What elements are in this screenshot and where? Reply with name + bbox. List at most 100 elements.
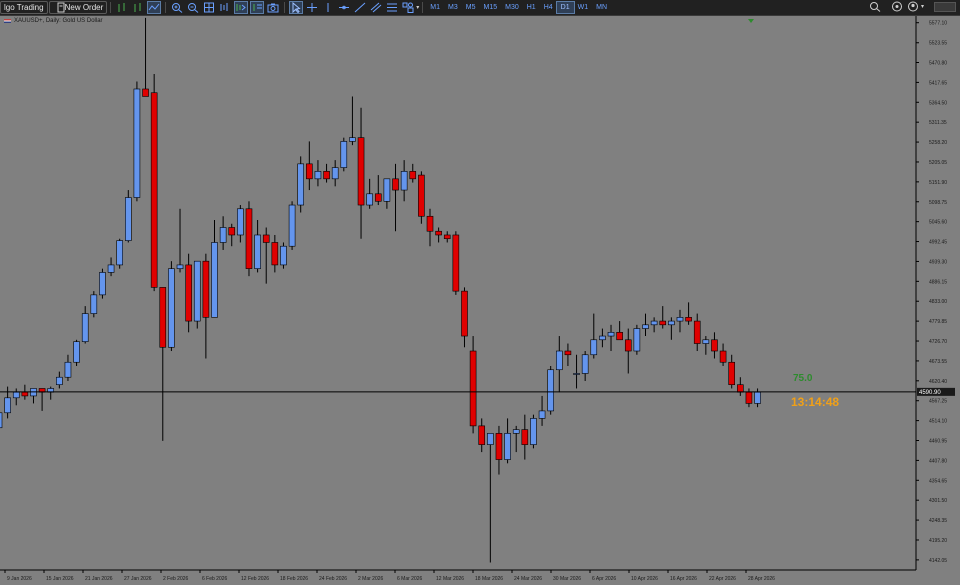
- bearish-candle: [159, 287, 167, 348]
- trendline-icon[interactable]: [354, 2, 366, 13]
- trade-icon[interactable]: [132, 2, 144, 13]
- price-tick-label: 4673.55: [929, 359, 947, 365]
- bullish-candle: [633, 328, 641, 352]
- bearish-candle: [624, 339, 632, 352]
- price-tick-label: 4407.80: [929, 458, 947, 464]
- zoom-in-icon[interactable]: [171, 2, 183, 13]
- price-tick-label: 5205.05: [929, 160, 947, 166]
- fibonacci-icon[interactable]: [386, 2, 398, 13]
- toolbar-right: ▾: [867, 1, 956, 12]
- price-tick-label: 4301.50: [929, 498, 947, 504]
- price-tick-label: 4248.35: [929, 518, 947, 524]
- symbol-label: XAUUSD+, Daily: Gold US Dollar: [4, 18, 103, 24]
- tf-m3[interactable]: M3: [444, 2, 462, 13]
- candlestick-chart: 5577.10 5523.55 5470.80 5417.65 5364.50 5311.…: [0, 16, 955, 582]
- algo-trading-button[interactable]: lgo Trading: [0, 1, 48, 14]
- tf-w1[interactable]: W1: [574, 2, 593, 13]
- date-tick-label: 6 Apr 2026: [592, 576, 616, 582]
- tf-d1[interactable]: D1: [555, 1, 575, 14]
- tf-m15[interactable]: M15: [480, 2, 502, 13]
- tf-h4[interactable]: H4: [540, 2, 557, 13]
- bullish-candle: [400, 171, 408, 191]
- price-tick-label: 4142.05: [929, 558, 947, 564]
- community-icon[interactable]: [891, 1, 903, 12]
- account-menu-arrow-icon[interactable]: ▾: [921, 3, 924, 10]
- tf-h1[interactable]: H1: [523, 2, 540, 13]
- bullish-candle: [349, 137, 356, 142]
- tf-m5[interactable]: M5: [462, 2, 480, 13]
- price-tick-label: 4567.25: [929, 399, 947, 405]
- bearish-candle: [357, 137, 365, 206]
- horizontal-line-icon[interactable]: [338, 2, 350, 13]
- indicators-icon[interactable]: [250, 1, 265, 14]
- tf-m30[interactable]: M30: [501, 2, 523, 13]
- date-tick-label: 21 Jan 2026: [85, 576, 113, 582]
- bullish-candle: [754, 391, 761, 404]
- new-order-button[interactable]: New Order: [48, 1, 108, 14]
- bullish-candle: [297, 163, 305, 206]
- tf-m1[interactable]: M1: [426, 2, 444, 13]
- bullish-candle: [64, 361, 72, 378]
- tf-mn[interactable]: MN: [592, 2, 611, 13]
- bullish-candle: [219, 227, 227, 243]
- price-tick-label: 4992.45: [929, 240, 947, 246]
- price-tick-label: 4354.65: [929, 478, 947, 484]
- bearish-candle: [271, 242, 279, 266]
- bearish-candle: [452, 234, 460, 292]
- grid-icon[interactable]: [203, 2, 215, 13]
- bullish-candle: [642, 324, 649, 329]
- bearish-candle: [616, 332, 623, 341]
- timeframe-bar: M1 M3 M5 M15 M30 H1 H4 D1 W1 MN: [426, 1, 611, 14]
- search-icon[interactable]: [869, 1, 881, 12]
- candles-layer: [0, 17, 761, 563]
- channel-icon[interactable]: [370, 2, 382, 13]
- date-tick-label: 6 Feb 2026: [202, 576, 228, 582]
- bearish-candle: [262, 234, 270, 243]
- bullish-candle: [12, 391, 20, 399]
- date-tick-label: 2 Feb 2026: [163, 576, 189, 582]
- date-tick-label: 22 Apr 2026: [709, 576, 736, 582]
- bearish-candle: [521, 429, 529, 445]
- current-price-label: 4590.90: [919, 390, 941, 396]
- crosshair-icon[interactable]: [306, 2, 318, 13]
- chart-shift-icon[interactable]: [234, 1, 249, 14]
- bearish-candle: [469, 350, 477, 427]
- bearish-candle: [392, 178, 399, 191]
- price-chart[interactable]: 5577.10 5523.55 5470.80 5417.65 5364.50 5311.…: [0, 16, 960, 585]
- screenshot-icon[interactable]: [267, 2, 279, 13]
- bullish-candle: [340, 141, 348, 168]
- date-tick-label: 27 Jan 2026: [124, 576, 152, 582]
- bullish-candle: [0, 412, 3, 429]
- bullish-candle: [581, 354, 589, 374]
- bullish-candle: [512, 429, 520, 434]
- buy-sell-icon[interactable]: [116, 2, 128, 13]
- minimize-icon[interactable]: [934, 1, 956, 12]
- bearish-candle: [418, 174, 425, 217]
- date-tick-label: 24 Feb 2026: [319, 576, 347, 582]
- bearish-candle: [461, 290, 468, 337]
- bullish-candle: [487, 433, 494, 445]
- line-chart-icon[interactable]: [147, 1, 162, 14]
- bearish-candle: [228, 227, 236, 236]
- bullish-candle: [555, 350, 563, 371]
- dropdown-arrow-icon[interactable]: ▾: [416, 4, 419, 11]
- price-tick-label: 5311.35: [929, 120, 947, 126]
- bullish-candle: [504, 433, 511, 460]
- cursor-icon[interactable]: [289, 1, 304, 14]
- new-order-label: New Order: [64, 3, 104, 12]
- account-icon[interactable]: [907, 1, 919, 12]
- bearish-candle: [409, 171, 417, 180]
- zoom-out-icon[interactable]: [187, 2, 199, 13]
- vertical-line-icon[interactable]: [322, 2, 334, 13]
- price-tick-label: 5523.55: [929, 41, 947, 47]
- shapes-menu-icon[interactable]: [402, 2, 414, 13]
- autoscroll-icon[interactable]: [219, 2, 231, 13]
- bearish-candle: [443, 234, 451, 240]
- bullish-candle: [650, 320, 658, 326]
- bullish-candle: [530, 418, 537, 445]
- price-tick-label: 5470.80: [929, 60, 947, 66]
- bullish-candle: [133, 88, 141, 198]
- price-tick-label: 5417.65: [929, 80, 947, 86]
- date-tick-label: 12 Feb 2026: [241, 576, 269, 582]
- date-tick-label: 6 Mar 2026: [397, 576, 423, 582]
